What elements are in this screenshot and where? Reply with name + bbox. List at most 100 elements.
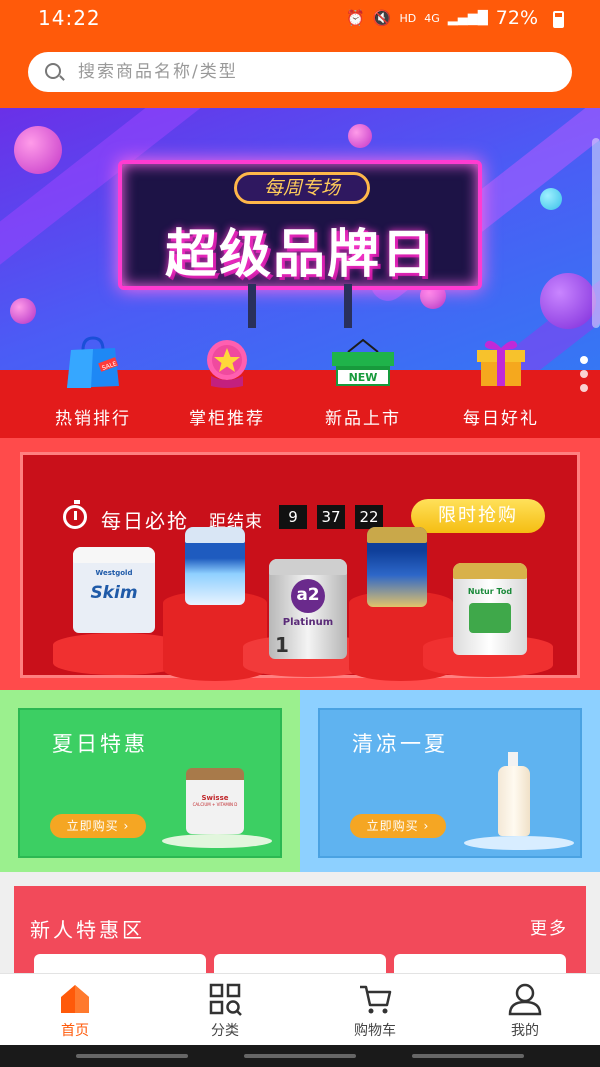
product-swisse[interactable]: Swisse CALCIUM + VITAMIN D	[186, 768, 244, 834]
nav-handle[interactable]	[412, 1054, 524, 1058]
hd-indicator: HD	[399, 11, 417, 25]
tab-label: 我的	[511, 1023, 539, 1039]
buy-now-button[interactable]: 立即购买 ›	[50, 814, 146, 838]
product-maker: Westgold	[95, 569, 133, 577]
cart-icon	[358, 982, 392, 1016]
search-header	[0, 36, 600, 108]
product-formula-4[interactable]	[367, 527, 427, 607]
more-link[interactable]: 更多	[530, 914, 568, 939]
pagination-dot[interactable]	[580, 356, 588, 364]
product-skim[interactable]: Skim Westgold	[73, 547, 155, 633]
system-nav-bar	[0, 1045, 600, 1067]
promo-title: 夏日特惠	[52, 732, 148, 756]
new-gift-icon: NEW	[332, 336, 394, 390]
nav-handle[interactable]	[76, 1054, 188, 1058]
product-brand: Swisse	[201, 794, 229, 802]
category-label: 掌柜推荐	[189, 409, 265, 429]
gift-box-icon	[471, 336, 531, 390]
new-user-zone: 新人特惠区 更多	[14, 886, 586, 994]
new-tag-label: NEW	[349, 371, 378, 384]
product-stage: 1	[275, 633, 289, 657]
pagination-dot[interactable]	[580, 384, 588, 392]
product-platform	[464, 836, 574, 850]
category-hot-ranking[interactable]: SALE 热销排行	[28, 336, 158, 429]
product-brand: Skim	[90, 583, 138, 603]
product-lid	[367, 527, 427, 543]
promo-banner[interactable]: 每周专场 超级品牌日 SALE 热销排行 掌柜推荐 NEW 新品上市 每日好礼	[0, 108, 600, 438]
category-new-arrivals[interactable]: NEW 新品上市	[298, 336, 428, 429]
product-formula-2[interactable]	[185, 527, 245, 605]
product-label-art	[469, 603, 511, 633]
product-lotion-bottle[interactable]	[498, 752, 530, 836]
tab-label: 分类	[211, 1023, 239, 1039]
product-nutur-tod[interactable]: Nutur Tod	[453, 563, 527, 655]
profile-icon	[508, 982, 542, 1016]
countdown-hours: 9	[279, 505, 307, 529]
product-brand: a2	[296, 585, 320, 605]
battery-icon	[553, 11, 564, 28]
product-sub: CALCIUM + VITAMIN D	[192, 802, 238, 807]
category-label: 新品上市	[325, 409, 401, 429]
category-grid-icon	[208, 982, 242, 1016]
status-icons: ⏰ 🔇 HD 4G ▂▄▆█ 72%	[346, 7, 556, 29]
buy-now-button[interactable]: 立即购买 ›	[350, 814, 446, 838]
brand-day-sign: 每周专场 超级品牌日	[118, 160, 482, 290]
signal-icon: ▂▄▆█	[447, 10, 488, 26]
new-user-title: 新人特惠区	[30, 918, 145, 942]
pagination-dot[interactable]	[580, 370, 588, 378]
product-sub: Platinum	[282, 617, 334, 628]
countdown-seconds: 22	[355, 505, 383, 529]
category-recommend[interactable]: 掌柜推荐	[162, 336, 292, 429]
promo-tiles: 夏日特惠 立即购买 › Swisse CALCIUM + VITAMIN D 清…	[0, 690, 600, 872]
buy-now-label: 立即购买	[66, 819, 119, 833]
sign-title: 超级品牌日	[164, 225, 435, 285]
tab-profile[interactable]: 我的	[450, 974, 600, 1046]
countdown-minutes: 37	[317, 505, 345, 529]
product-lid	[453, 563, 527, 579]
banner-pagination[interactable]	[580, 356, 588, 398]
daily-deal-section: 每日必抢 距结束 9 37 22 限时抢购 Skim Westgold a2 P…	[0, 438, 600, 690]
banner-orb-decoration	[10, 298, 36, 324]
banner-edge	[592, 138, 600, 328]
star-badge-icon	[197, 336, 257, 390]
product-brand: Nutur Tod	[467, 587, 513, 596]
daily-deal-title: 每日必抢	[101, 509, 189, 533]
banner-orb-decoration	[540, 188, 562, 210]
tab-label: 购物车	[354, 1023, 396, 1039]
promo-cool-summer[interactable]: 清凉一夏 立即购买 ›	[300, 690, 600, 872]
tab-label: 首页	[61, 1023, 89, 1039]
status-bar: 14:22 ⏰ 🔇 HD 4G ▂▄▆█ 72%	[0, 0, 600, 36]
tab-cart[interactable]: 购物车	[300, 974, 450, 1046]
product-a2-platinum[interactable]: a2 Platinum 1	[269, 559, 347, 659]
tab-home[interactable]: 首页	[0, 974, 150, 1046]
product-lid	[73, 547, 155, 563]
search-icon	[45, 63, 61, 79]
daily-deal-panel[interactable]: 每日必抢 距结束 9 37 22 限时抢购 Skim Westgold a2 P…	[20, 452, 580, 681]
flash-sale-button[interactable]: 限时抢购	[411, 499, 545, 533]
promo-title: 清凉一夏	[352, 732, 448, 756]
product-lid	[269, 559, 347, 575]
nav-handle[interactable]	[244, 1054, 356, 1058]
battery-percent: 72%	[495, 7, 538, 29]
category-label: 每日好礼	[463, 409, 539, 429]
banner-orb-decoration	[14, 126, 62, 174]
promo-summer-deal[interactable]: 夏日特惠 立即购买 › Swisse CALCIUM + VITAMIN D	[0, 690, 300, 872]
stopwatch-icon	[63, 500, 87, 529]
promo-panel: 夏日特惠 立即购买 › Swisse CALCIUM + VITAMIN D	[18, 708, 282, 858]
app-screen: 14:22 ⏰ 🔇 HD 4G ▂▄▆█ 72% 每周专场 超级品牌日	[0, 0, 600, 1067]
category-daily-gift[interactable]: 每日好礼	[436, 336, 566, 429]
alarm-icon: ⏰	[346, 9, 365, 27]
banner-orb-decoration	[348, 124, 372, 148]
mute-icon: 🔇	[372, 9, 392, 27]
promo-panel: 清凉一夏 立即购买 ›	[318, 708, 582, 858]
search-bar[interactable]	[28, 52, 572, 92]
banner-orb-decoration	[540, 273, 596, 329]
home-icon	[58, 982, 92, 1016]
status-time: 14:22	[38, 6, 101, 30]
tab-category[interactable]: 分类	[150, 974, 300, 1046]
bottom-tab-bar: 首页 分类 购物车 我的	[0, 973, 600, 1045]
category-label: 热销排行	[55, 409, 131, 429]
network-indicator: 4G	[424, 11, 440, 25]
buy-now-label: 立即购买	[366, 819, 419, 833]
search-input[interactable]	[78, 60, 558, 84]
